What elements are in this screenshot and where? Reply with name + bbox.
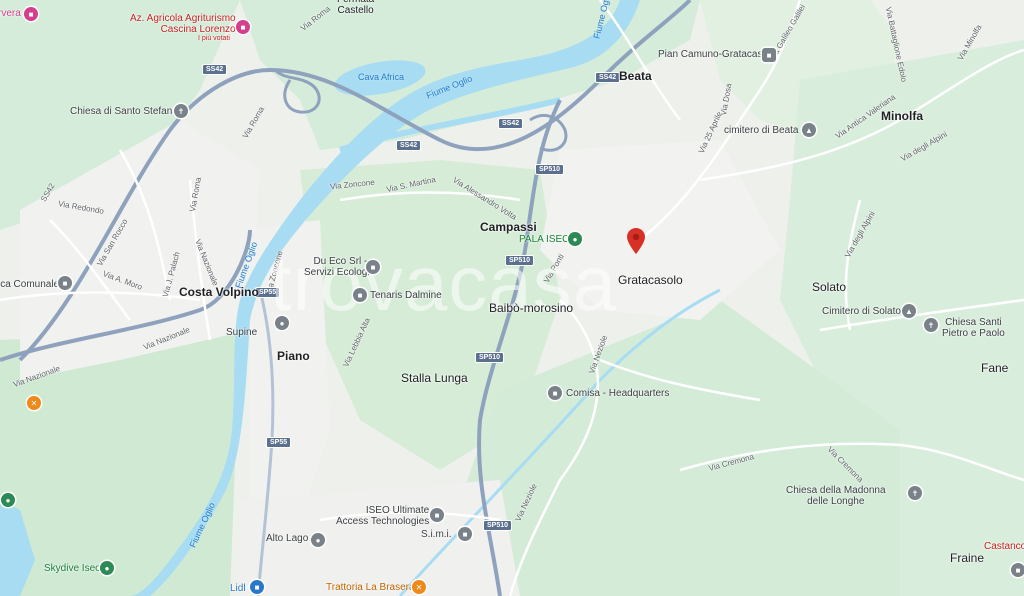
library-icon[interactable]: ■: [58, 276, 72, 290]
map-canvas[interactable]: Cava Africa Fiume Oglio Fiume Oglio Fium…: [0, 0, 1024, 596]
road-shield-ss42: SS42: [396, 140, 422, 151]
business-icon[interactable]: ■: [353, 288, 367, 302]
poi-label-agriturismo[interactable]: Az. Agricola Agriturismo Cascina Lorenzo: [130, 13, 236, 35]
place-label-costa-volpino[interactable]: Costa Volpino: [179, 285, 259, 299]
poi-sublabel-agriturismo: I più votati: [198, 35, 230, 42]
place-label-castello[interactable]: Fermata Castello: [337, 0, 374, 16]
church-icon[interactable]: ✝: [908, 486, 922, 500]
road-shield-ss42: SS42: [595, 72, 621, 83]
business-icon[interactable]: ■: [366, 260, 380, 274]
place-label-solato[interactable]: Solato: [812, 280, 846, 294]
restaurant-icon[interactable]: ✕: [27, 396, 41, 410]
business-icon[interactable]: ■: [1011, 563, 1024, 577]
place-label-gratacasolo[interactable]: Gratacasolo: [618, 273, 683, 287]
place-label-alto-lago[interactable]: Alto Lago: [266, 533, 308, 544]
hotel-icon[interactable]: ■: [236, 20, 250, 34]
church-icon[interactable]: ✝: [924, 318, 938, 332]
shopping-icon[interactable]: ■: [250, 580, 264, 594]
business-icon[interactable]: ■: [458, 527, 472, 541]
business-icon[interactable]: ■: [548, 386, 562, 400]
poi-label-iseo-ultimate[interactable]: ISEO Ultimate Access Technologies: [336, 505, 429, 527]
road-shield-sp510: SP510: [483, 520, 513, 531]
poi-label-skydive[interactable]: Skydive Iseo: [44, 563, 101, 574]
poi-label-cimitero-solato[interactable]: Cimitero di Solato: [822, 306, 901, 317]
place-label-fane[interactable]: Fane: [981, 361, 1008, 375]
place-label-campassi[interactable]: Campassi: [480, 220, 537, 234]
cava-africa-label: Cava Africa: [358, 72, 405, 82]
poi-label-chiesa-santi[interactable]: Chiesa Santi Pietro e Paolo: [942, 317, 1005, 339]
poi-label-tenaris[interactable]: Tenaris Dalmine: [370, 290, 442, 301]
sports-icon[interactable]: ●: [568, 232, 582, 246]
shopping-icon[interactable]: ■: [24, 7, 38, 21]
place-label-supine[interactable]: Supine: [226, 327, 257, 338]
place-label-fraine[interactable]: Fraine: [950, 551, 984, 565]
train-station-icon[interactable]: ■: [762, 48, 776, 62]
cemetery-icon[interactable]: ▲: [802, 123, 816, 137]
poi-label-top-left[interactable]: rvera: [0, 8, 21, 19]
cemetery-icon[interactable]: ▲: [902, 304, 916, 318]
place-icon[interactable]: ●: [311, 533, 325, 547]
poi-label-pala-iseo[interactable]: PALA ISEO: [519, 234, 570, 245]
church-icon[interactable]: ✝: [174, 104, 188, 118]
road-shield-ss42: SS42: [202, 64, 228, 75]
poi-label-simi[interactable]: S.i.m.i.: [421, 529, 452, 540]
business-icon[interactable]: ■: [430, 508, 444, 522]
sports-icon[interactable]: ●: [100, 561, 114, 575]
place-label-stalla-lunga[interactable]: Stalla Lunga: [401, 371, 468, 385]
poi-label-cimitero-beata[interactable]: cimitero di Beata: [724, 125, 798, 136]
poi-label-chiesa-santo-stefano[interactable]: Chiesa di Santo Stefano: [70, 106, 178, 117]
place-label-baibo[interactable]: Baibò-morosino: [489, 301, 573, 315]
place-label-beata[interactable]: Beata: [619, 69, 652, 83]
road-shield-sp510: SP510: [475, 352, 505, 363]
place-label-piano[interactable]: Piano: [277, 349, 310, 363]
poi-label-trattoria[interactable]: Trattoria La Brasera: [326, 582, 415, 593]
road-shield-sp510: SP510: [535, 164, 565, 175]
poi-label-comunale[interactable]: ica Comunale: [0, 279, 59, 290]
place-icon[interactable]: ●: [275, 316, 289, 330]
poi-label-comisa[interactable]: Comisa - Headquarters: [566, 388, 669, 399]
location-pin-icon[interactable]: [627, 228, 645, 254]
poi-label-pian-camuno[interactable]: Pian Camuno-Gratacasolo: [658, 49, 776, 60]
poi-label-chiesa-madonna[interactable]: Chiesa della Madonna delle Longhe: [786, 485, 886, 507]
park-icon[interactable]: ●: [1, 493, 15, 507]
poi-label-castanco[interactable]: Castanco: [984, 541, 1024, 552]
restaurant-icon[interactable]: ✕: [412, 580, 426, 594]
poi-label-lidl[interactable]: Lidl: [230, 583, 246, 594]
watermark: trovacasa: [270, 239, 618, 327]
road-shield-ss42: SS42: [498, 118, 524, 129]
road-shield-sp55: SP55: [266, 437, 292, 448]
place-label-minolfa[interactable]: Minolfa: [881, 109, 923, 123]
